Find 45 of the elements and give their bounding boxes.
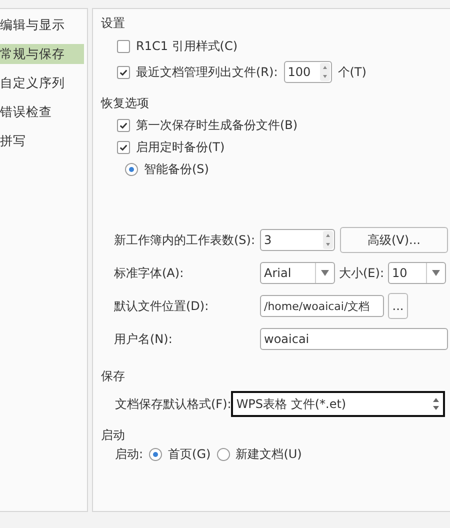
radio-button[interactable] xyxy=(216,448,230,460)
checkbox[interactable] xyxy=(117,66,130,78)
radio-button[interactable] xyxy=(125,162,138,176)
field-label: 新工作簿内的工作表数(S): xyxy=(114,232,256,248)
format-dropdown[interactable]: WPS表格 文件(*.et) xyxy=(231,391,446,417)
checkbox[interactable] xyxy=(117,118,130,132)
sidebar-item[interactable]: 编辑与显示 xyxy=(0,15,84,35)
spin-field[interactable]: 100 xyxy=(284,61,332,83)
checkbox[interactable] xyxy=(117,40,130,52)
section-heading: 恢复选项 xyxy=(101,95,149,111)
field-label: 用户名(N): xyxy=(114,331,174,347)
spin-field[interactable]: 3 xyxy=(260,229,335,251)
sidebar-item[interactable]: 拼写 xyxy=(0,131,84,151)
input-field[interactable]: /home/woaicai/文档 xyxy=(260,295,384,317)
radio-label: 新建文档(U) xyxy=(236,446,302,462)
checkbox-label: 启用定时备份(T) xyxy=(136,139,225,155)
sidebar-item[interactable]: 自定义序列 xyxy=(0,73,84,93)
sidebar-item[interactable]: 错误检查 xyxy=(0,102,84,122)
spinner-icon[interactable] xyxy=(323,231,333,249)
spinner-icon[interactable] xyxy=(432,396,440,412)
size-dropdown[interactable]: 10 xyxy=(388,262,446,284)
checkbox-label: 最近文档管理列出文件(R): xyxy=(136,64,278,80)
radio-label: 首页(G) xyxy=(168,446,211,462)
field-label: 文档保存默认格式(F): xyxy=(115,396,232,412)
checkbox-label: R1C1 引用样式(C) xyxy=(136,38,238,54)
unit-label: 个(T) xyxy=(338,64,366,80)
field-label: 默认文件位置(D): xyxy=(114,298,210,314)
section-heading: 启动 xyxy=(101,427,125,443)
checkbox[interactable] xyxy=(117,140,130,154)
checkbox-label: 第一次保存时生成备份文件(B) xyxy=(136,117,298,133)
field-label: 标准字体(A): xyxy=(114,265,185,281)
spinner-icon[interactable] xyxy=(320,63,330,81)
input-field[interactable]: woaicai xyxy=(260,328,448,350)
dropdown-arrow-icon[interactable] xyxy=(432,270,440,276)
dropdown-arrow-icon[interactable] xyxy=(321,270,329,276)
browse-button[interactable]: ... xyxy=(388,293,408,319)
sidebar-item[interactable]: 常规与保存 xyxy=(0,44,84,64)
advanced-button[interactable]: 高级(V)... xyxy=(340,227,448,253)
field-label: 启动: xyxy=(115,446,144,462)
section-heading: 设置 xyxy=(101,15,125,31)
font-dropdown[interactable]: Arial xyxy=(260,262,335,284)
section-heading: 保存 xyxy=(101,368,125,384)
radio-label: 智能备份(S) xyxy=(144,161,209,177)
field-label: 大小(E): xyxy=(339,265,384,281)
radio-button[interactable] xyxy=(149,448,162,460)
